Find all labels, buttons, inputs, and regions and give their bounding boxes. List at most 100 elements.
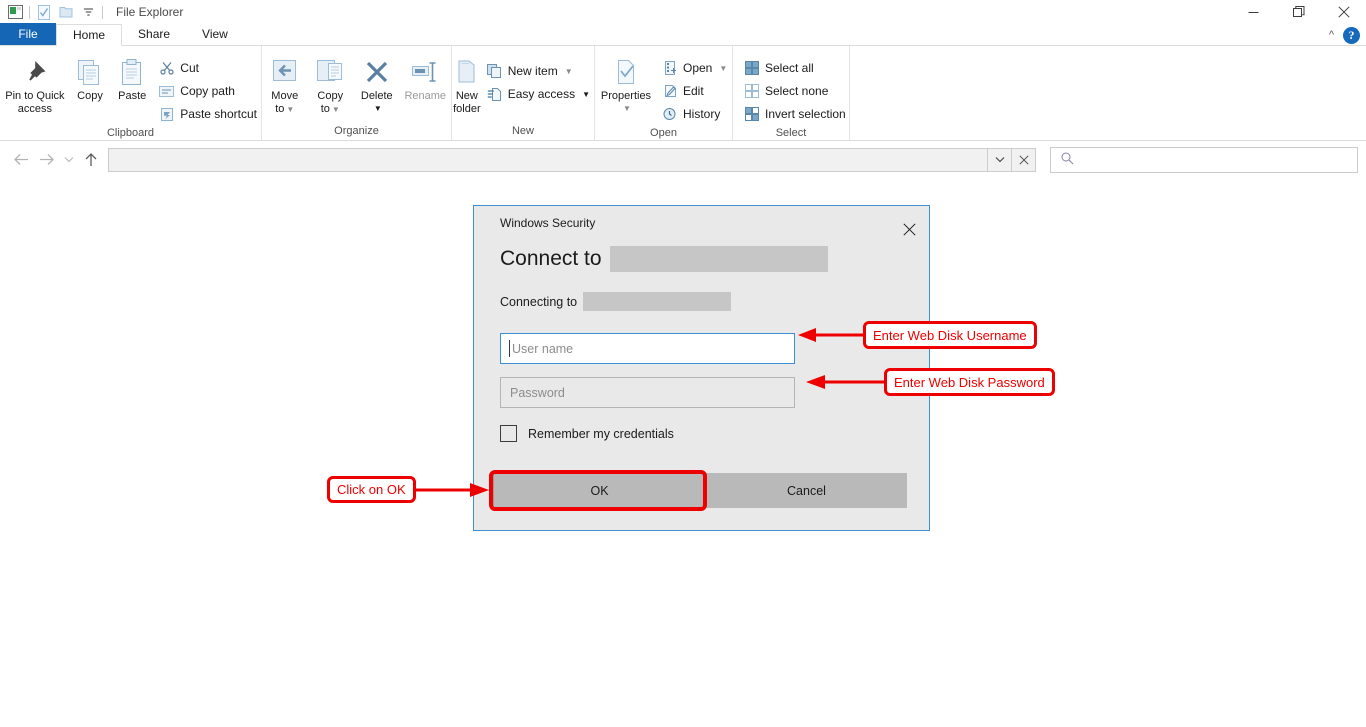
group-label-organize: Organize [262,122,451,140]
invert-selection-button[interactable]: Invert selection [739,103,850,125]
dialog-credential-fields: User name Password [474,311,929,408]
invert-selection-label: Invert selection [765,107,846,121]
new-item-button[interactable]: New item ▼ [482,60,594,82]
back-arrow-icon[interactable] [8,147,34,173]
dialog-heading-redacted-host [610,246,828,272]
qat-separator-2 [102,6,103,19]
chevron-down-icon[interactable]: ▼ [332,105,340,114]
new-folder-button[interactable]: New folder [452,51,482,119]
invert-selection-icon [743,107,760,121]
chevron-down-icon[interactable]: ▼ [286,105,294,114]
close-icon[interactable] [1321,0,1366,24]
copy-path-icon [158,85,175,98]
properties-icon[interactable] [33,2,55,22]
up-arrow-icon[interactable] [78,147,104,173]
pin-to-quick-access-button[interactable]: Pin to Quick access [0,51,70,119]
username-placeholder: User name [512,342,573,356]
paste-shortcut-button[interactable]: Paste shortcut [154,103,261,125]
open-icon [661,61,678,75]
new-folder-icon [454,57,480,87]
delete-button[interactable]: Delete ▼ [354,51,400,119]
address-dropdown-chevron-down-icon[interactable] [988,148,1012,172]
dialog-heading-prefix: Connect to [500,247,602,271]
paste-shortcut-icon [158,107,175,122]
ribbon-group-open: Properties ▼ Open ▼ Edit [595,46,733,140]
minimize-icon[interactable] [1231,0,1276,24]
chevron-down-icon[interactable]: ▼ [374,102,382,115]
help-icon[interactable]: ? [1343,27,1360,44]
dialog-header: Windows Security [474,206,929,240]
properties-button[interactable]: Properties ▼ [595,51,657,119]
copy-button[interactable]: Copy [70,51,110,119]
tab-file[interactable]: File [0,23,56,45]
move-to-icon [270,57,300,87]
dialog-heading: Connect to [474,240,929,272]
customize-qat-icon[interactable] [77,2,99,22]
new-folder-label-2: folder [453,103,481,116]
history-label: History [683,107,720,121]
easy-access-icon [486,87,503,102]
recent-locations-chevron-down-icon[interactable] [60,147,78,173]
group-label-open: Open [595,125,732,140]
pin-to-quick-access-label-1: Pin to Quick [5,90,64,103]
rename-button[interactable]: Rename [400,51,451,119]
new-item-label: New item [508,64,558,78]
copy-path-button[interactable]: Copy path [154,80,261,102]
remember-credentials-label: Remember my credentials [528,427,674,441]
explorer-icon[interactable] [4,2,26,22]
new-folder-icon[interactable] [55,2,77,22]
paste-button[interactable]: Paste [110,51,154,119]
restore-icon[interactable] [1276,0,1321,24]
address-stop-close-icon[interactable] [1012,148,1036,172]
copy-to-button[interactable]: Copy to▼ [308,51,354,119]
copy-to-label-2: to [321,103,330,115]
tab-view[interactable]: View [186,23,244,45]
cut-label: Cut [180,61,199,75]
forward-arrow-icon[interactable] [34,147,60,173]
ribbon-group-new: New folder New item ▼ Easy access ▼ [452,46,595,140]
history-icon [661,107,678,121]
tab-share[interactable]: Share [122,23,186,45]
move-to-label-1: Move [271,90,298,103]
address-input[interactable] [108,148,988,172]
ok-button[interactable]: OK [493,473,706,508]
remember-credentials-row[interactable]: Remember my credentials [474,421,929,442]
chevron-down-icon[interactable]: ▼ [623,102,631,115]
tab-home[interactable]: Home [56,24,122,46]
select-all-icon [743,61,760,75]
open-small-commands: Open ▼ Edit History [657,51,731,125]
chevron-down-icon[interactable]: ▼ [582,90,590,99]
easy-access-button[interactable]: Easy access ▼ [482,83,594,105]
group-label-new: New [452,122,594,140]
edit-button[interactable]: Edit [657,80,731,102]
select-all-label: Select all [765,61,814,75]
chevron-down-icon[interactable]: ▼ [565,67,573,76]
copy-icon [77,57,103,87]
open-button[interactable]: Open ▼ [657,57,731,79]
remember-credentials-checkbox[interactable] [500,425,517,442]
new-item-icon [486,64,503,78]
chevron-down-icon[interactable]: ▼ [719,64,727,73]
chevron-up-icon[interactable]: ^ [1329,30,1334,41]
move-to-button[interactable]: Move to▼ [262,51,308,119]
select-none-button[interactable]: Select none [739,80,850,102]
username-input[interactable]: User name [500,333,795,364]
cancel-button[interactable]: Cancel [706,473,907,508]
windows-security-dialog: Windows Security Connect to Connecting t… [473,205,930,531]
rename-icon [410,57,440,87]
password-placeholder: Password [510,386,565,400]
dialog-subtitle: Connecting to [474,272,929,311]
ribbon-tabs: File Home Share View ^ ? [0,24,1366,46]
title-bar: File Explorer [0,0,1366,24]
edit-label: Edit [683,84,704,98]
cut-button[interactable]: Cut [154,57,261,79]
quick-access-toolbar [0,2,106,22]
search-input[interactable] [1050,147,1358,173]
dialog-close-icon[interactable] [889,216,929,242]
ok-callout: Click on OK [327,476,416,503]
group-label-select: Select [733,125,849,140]
history-button[interactable]: History [657,103,731,125]
select-all-button[interactable]: Select all [739,57,850,79]
easy-access-label: Easy access [508,87,575,101]
password-input[interactable]: Password [500,377,795,408]
